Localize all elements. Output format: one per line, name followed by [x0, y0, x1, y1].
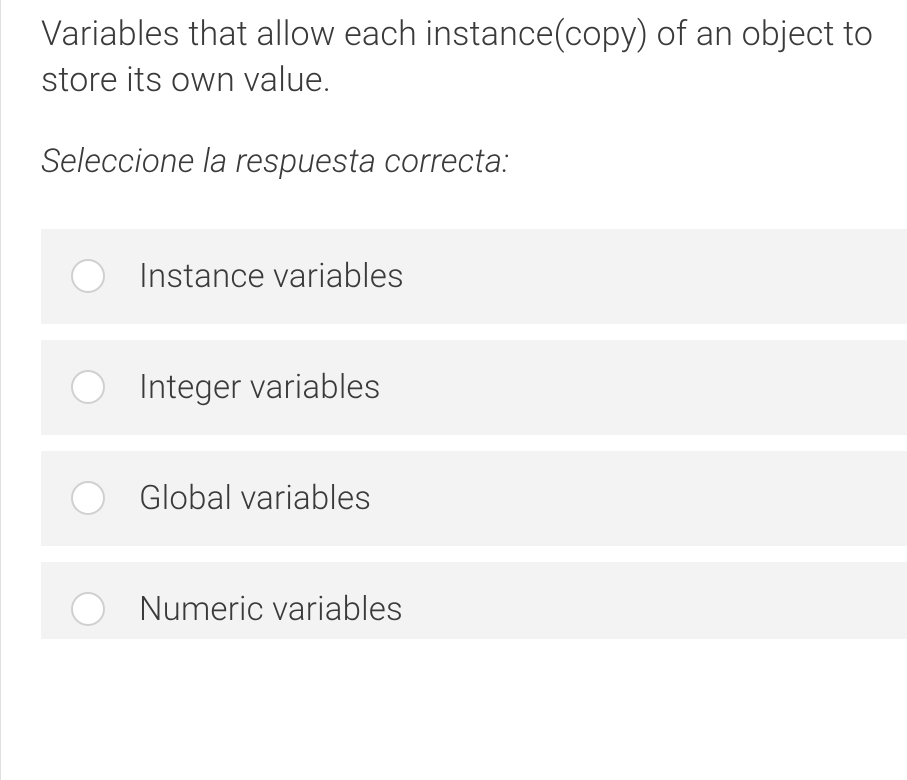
radio-icon	[71, 592, 105, 626]
option-numeric-variables[interactable]: Numeric variables	[41, 562, 907, 639]
option-label: Global variables	[139, 479, 371, 518]
radio-icon	[71, 259, 105, 293]
radio-icon	[71, 370, 105, 404]
option-global-variables[interactable]: Global variables	[41, 451, 907, 546]
option-integer-variables[interactable]: Integer variables	[41, 340, 907, 435]
radio-icon	[71, 481, 105, 515]
question-container: Variables that allow each instance(copy)…	[1, 0, 907, 639]
option-label: Numeric variables	[139, 590, 403, 629]
option-label: Instance variables	[139, 257, 404, 296]
option-instance-variables[interactable]: Instance variables	[41, 229, 907, 324]
question-text: Variables that allow each instance(copy)…	[41, 12, 907, 104]
option-label: Integer variables	[139, 368, 381, 407]
question-instruction: Seleccione la respuesta correcta:	[41, 142, 907, 181]
